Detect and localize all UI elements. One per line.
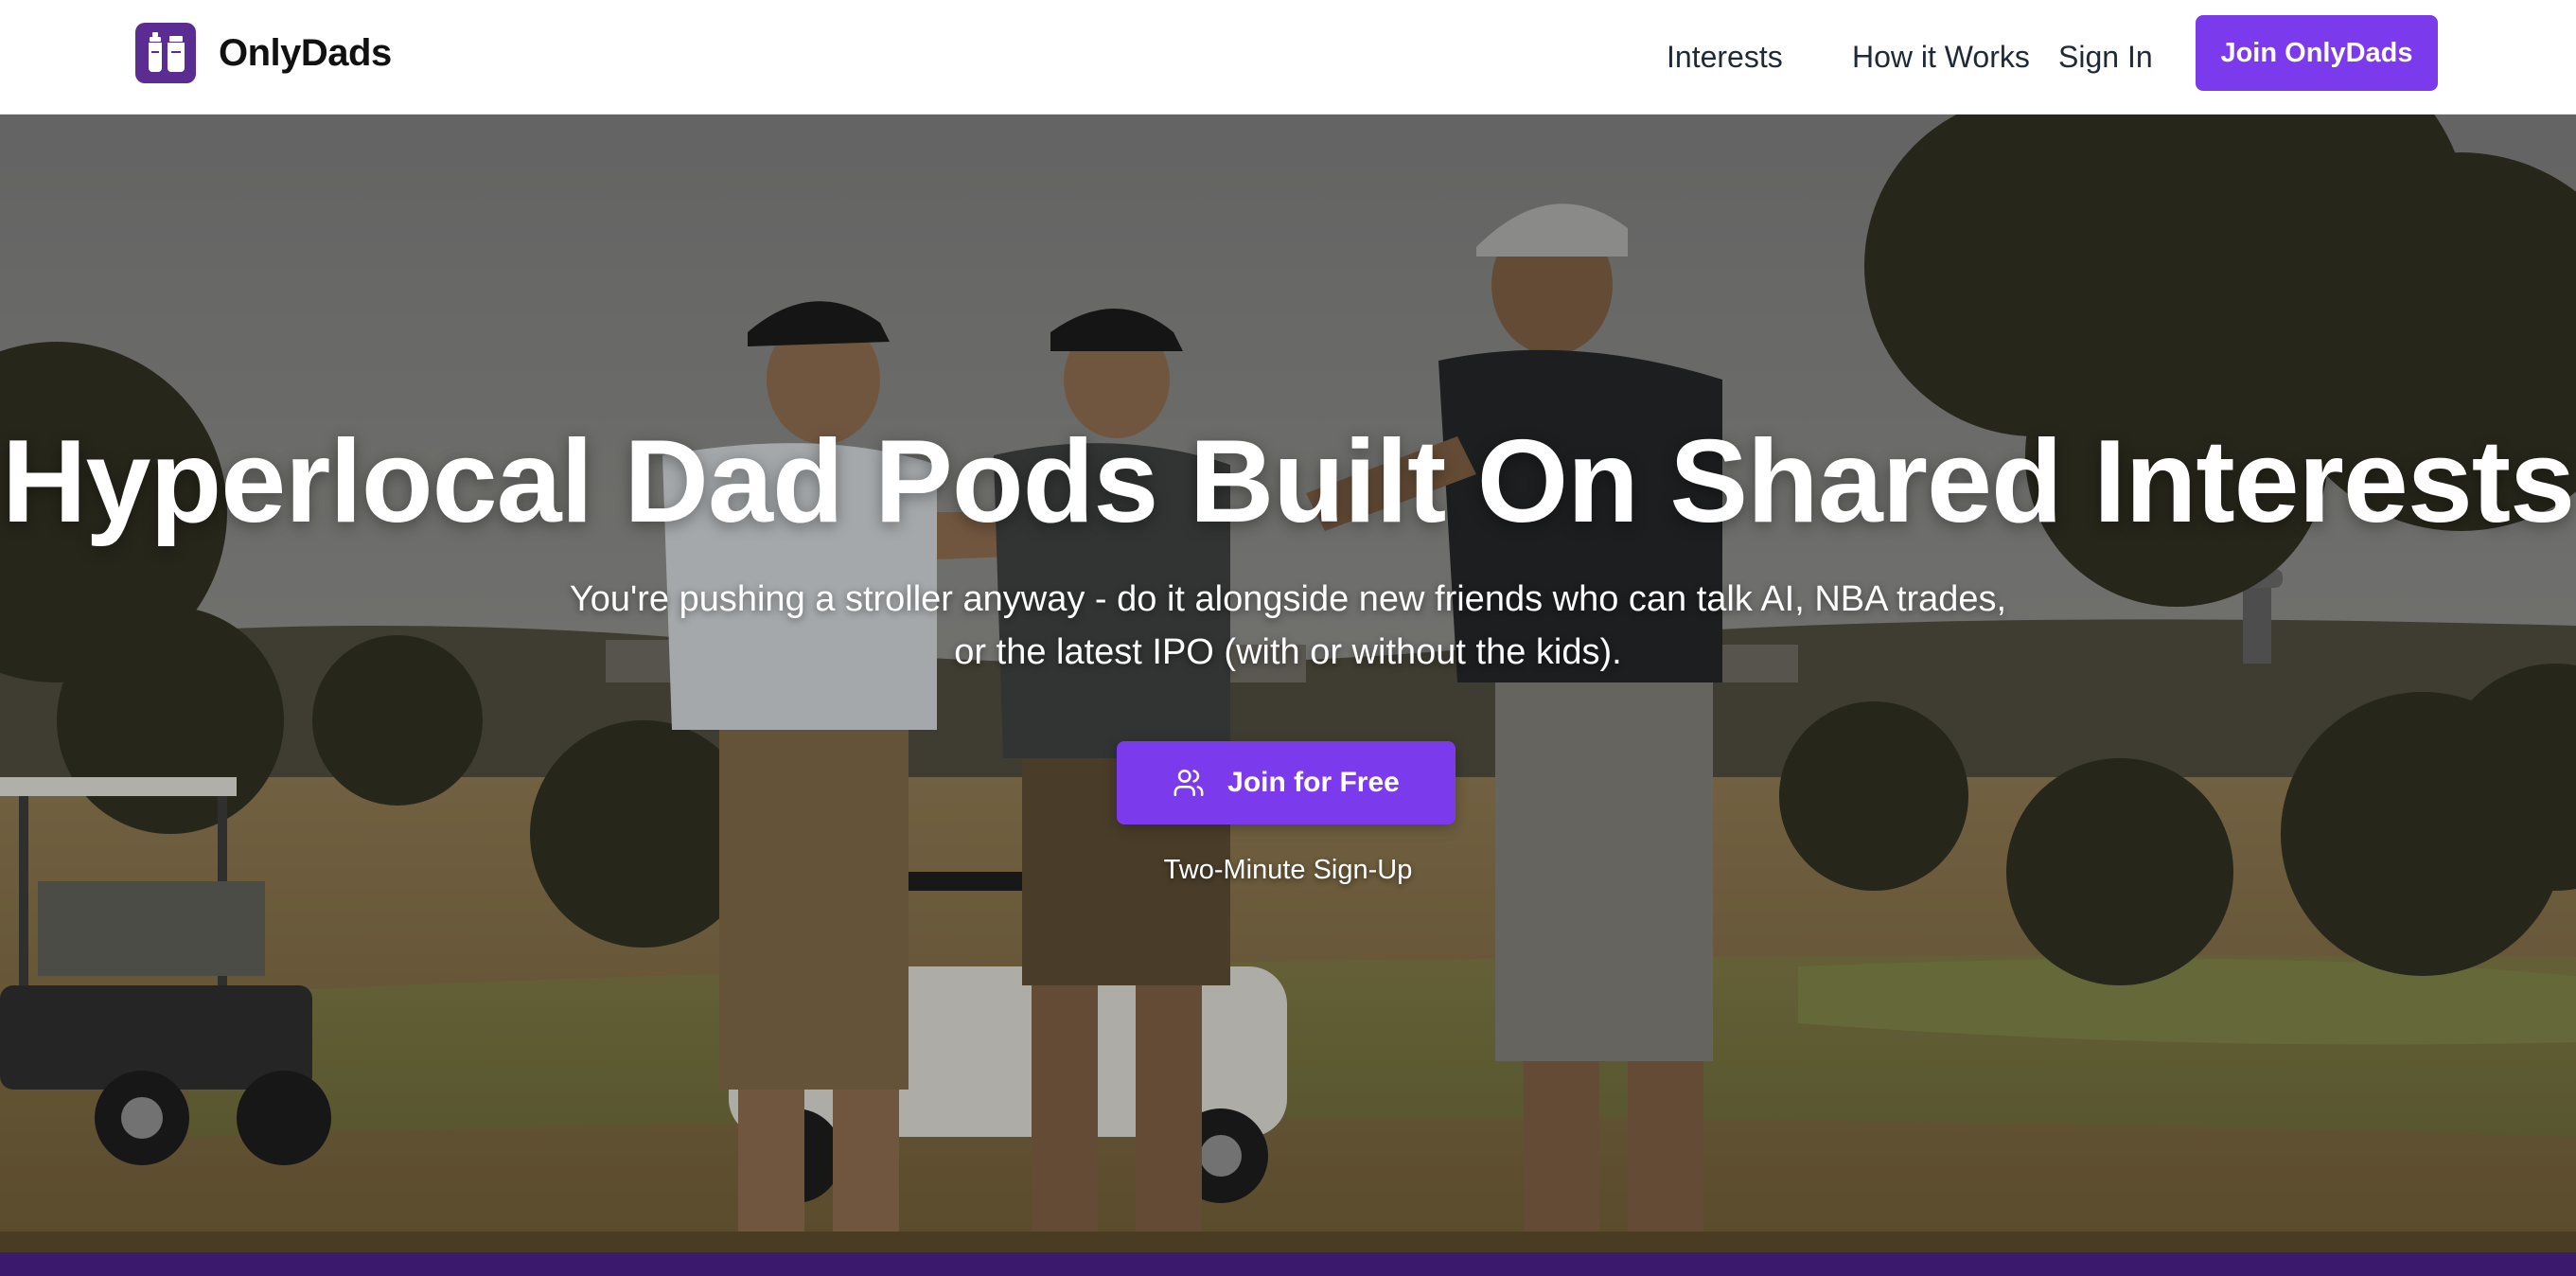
- baby-bottles-icon: [135, 23, 196, 83]
- hero-title: Hyperlocal Dad Pods Built On Shared Inte…: [1, 416, 2575, 547]
- join-onlydads-button[interactable]: Join OnlyDads: [2196, 15, 2438, 91]
- nav-how-it-works-link[interactable]: How it Works: [1852, 40, 2030, 75]
- nav-interests-link[interactable]: Interests: [1667, 40, 1783, 75]
- users-icon: [1173, 769, 1204, 797]
- section-divider-band: [0, 1252, 2576, 1276]
- signup-note: Two-Minute Sign-Up: [1163, 855, 1413, 885]
- hero-section: Hyperlocal Dad Pods Built On Shared Inte…: [0, 115, 2576, 1252]
- site-header: OnlyDads Interests How it Works Sign In …: [0, 0, 2576, 115]
- join-for-free-label: Join for Free: [1227, 767, 1400, 798]
- brand-link[interactable]: OnlyDads: [135, 23, 392, 83]
- hero-subtitle: You're pushing a stroller anyway - do it…: [569, 579, 2007, 672]
- hero-overlay: [0, 115, 2576, 1252]
- join-for-free-button[interactable]: Join for Free: [1117, 741, 1456, 824]
- brand-name: OnlyDads: [219, 31, 392, 74]
- nav-sign-in-link[interactable]: Sign In: [2058, 40, 2153, 75]
